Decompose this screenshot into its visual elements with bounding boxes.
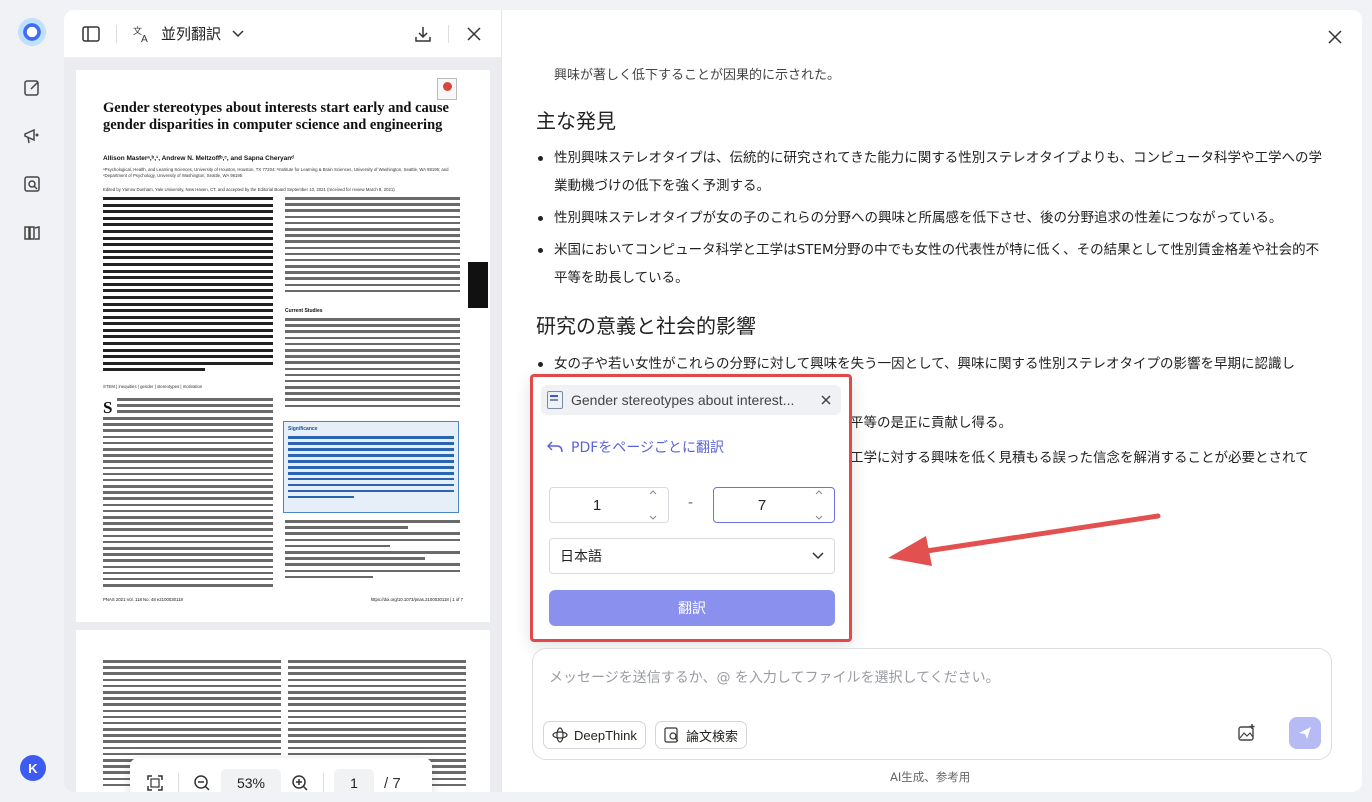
megaphone-icon[interactable]	[18, 122, 46, 150]
back-label: PDFをページごとに翻訳	[571, 440, 724, 456]
journal-side-tab	[468, 262, 488, 308]
drop-cap: S	[103, 398, 113, 417]
body-text	[117, 398, 273, 417]
paper-search-button[interactable]: 論文検索	[655, 721, 748, 749]
zoom-toolbar: 53% 1 / 7	[130, 758, 432, 792]
fit-page-icon[interactable]	[142, 770, 168, 792]
paper-affiliations: ᵃPsychological, Health, and Learning Sci…	[103, 167, 449, 178]
footer-doi: https://doi.org/10.1073/pnas.2100030118 …	[370, 597, 463, 602]
sidebar-toggle-icon[interactable]	[78, 21, 104, 47]
from-page-input[interactable]: 1	[549, 487, 669, 523]
pdf-toolbar: 文A 並列翻訳	[64, 10, 501, 58]
page-footer: PNAS 2021 Vol. 118 No. 48 e2100030118 ht…	[103, 597, 463, 602]
to-page-input[interactable]: 7	[713, 487, 835, 523]
zoom-out-icon[interactable]	[189, 770, 215, 792]
stepper-icon[interactable]	[810, 490, 828, 520]
range-dash: -	[688, 495, 694, 511]
paper-edited-by: Edited by Yarrow Dunham, Yale University…	[103, 187, 395, 192]
toolbar-divider	[323, 773, 324, 792]
library-icon[interactable]	[18, 218, 46, 246]
toolbar-divider	[178, 773, 179, 792]
column-2-text	[285, 318, 460, 411]
search-doc-icon[interactable]	[18, 170, 46, 198]
download-icon[interactable]	[410, 21, 436, 47]
chevron-down-icon	[812, 552, 824, 560]
translate-button[interactable]: 翻訳	[549, 590, 835, 626]
image-upload-icon[interactable]	[1237, 723, 1257, 747]
zoom-in-icon[interactable]	[287, 770, 313, 792]
toolbar-divider	[448, 24, 449, 43]
translate-popup: Gender stereotypes about interest... PDF…	[530, 374, 852, 642]
list-item: 米国においてコンピュータ科学と工学はSTEM分野の中でも女性の代表性が特に低く、…	[536, 236, 1326, 292]
back-arrow-icon	[547, 441, 563, 453]
message-composer: メッセージを送信するか、@ を入力してファイルを選択してください。 DeepTh…	[532, 648, 1332, 760]
user-avatar[interactable]: K	[20, 755, 46, 781]
stepper-icon[interactable]	[644, 490, 662, 520]
from-page-value: 1	[592, 496, 602, 514]
significance-box: Significance	[283, 421, 459, 513]
paper-search-label: 論文検索	[686, 728, 739, 744]
translate-icon: 文A	[129, 21, 155, 47]
findings-list: 性別興味ステレオタイプは、伝統的に研究されてきた能力に関する性別ステレオタイプよ…	[536, 144, 1326, 296]
paper-authors: Allison Masterᵃ,ᵇ,¹, Andrew N. Meltzoffᵇ…	[103, 155, 294, 162]
language-select[interactable]: 日本語	[549, 538, 835, 574]
current-studies-heading: Current Studies	[285, 308, 323, 314]
list-item: 性別興味ステレオタイプが女の子のこれらの分野への興味と所属感を低下させ、後の分野…	[536, 204, 1326, 232]
file-chip[interactable]: Gender stereotypes about interest...	[541, 385, 841, 415]
app-logo-icon[interactable]	[18, 18, 46, 46]
body-text	[103, 417, 273, 590]
answer-text: 興味が著しく低下することが因果的に示された。	[554, 68, 841, 83]
deepthink-label: DeepThink	[574, 727, 637, 743]
close-icon[interactable]	[461, 21, 487, 47]
edit-icon[interactable]	[18, 74, 46, 102]
ai-disclaimer: AI生成、参考用	[890, 770, 971, 784]
close-panel-icon[interactable]	[1322, 24, 1348, 50]
paper-title: Gender stereotypes about interests start…	[103, 100, 449, 133]
language-value: 日本語	[560, 549, 602, 565]
answer-text: 平等の是正に貢献し得る。	[850, 415, 1012, 431]
left-rail: K	[0, 0, 64, 802]
translate-by-page-link[interactable]: PDFをページごとに翻訳	[547, 437, 724, 457]
section-heading: 研究の意義と社会的影響	[536, 314, 756, 338]
pdf-panel: 文A 並列翻訳 Gender stereotypes about interes…	[64, 10, 502, 792]
send-icon	[1299, 727, 1311, 739]
pdf-page-1: Gender stereotypes about interests start…	[76, 70, 490, 622]
toolbar-divider	[116, 24, 117, 43]
search-doc-icon	[664, 727, 679, 743]
pdf-viewer[interactable]: Gender stereotypes about interests start…	[64, 58, 501, 792]
view-mode-label[interactable]: 並列翻訳	[161, 23, 221, 44]
deepthink-button[interactable]: DeepThink	[543, 721, 646, 749]
significance-heading: Significance	[288, 426, 318, 432]
svg-text:A: A	[141, 34, 148, 43]
message-input[interactable]: メッセージを送信するか、@ を入力してファイルを選択してください。	[549, 667, 1000, 687]
atom-icon	[552, 727, 568, 743]
page-total: / 7	[384, 774, 401, 792]
annotation-arrow-icon	[888, 513, 1161, 566]
section-heading: 主な発見	[536, 109, 616, 133]
send-button[interactable]	[1289, 717, 1321, 749]
keywords: STEM | inequities | gender | stereotypes…	[103, 384, 203, 389]
to-page-value: 7	[757, 496, 767, 514]
answer-text: 工学に対する興味を低く見積もる誤った信念を解消することが必要とされて	[850, 450, 1309, 466]
list-item: 性別興味ステレオタイプは、伝統的に研究されてきた能力に関する性別ステレオタイプよ…	[536, 144, 1326, 200]
close-icon[interactable]	[817, 391, 835, 409]
column-2-text	[285, 197, 460, 296]
pdf-file-icon	[547, 391, 563, 409]
file-name: Gender stereotypes about interest...	[571, 392, 795, 408]
check-updates-badge-icon[interactable]	[437, 78, 457, 100]
footnotes-text	[285, 520, 460, 582]
zoom-level[interactable]: 53%	[221, 769, 281, 792]
abstract-text	[103, 197, 273, 375]
footer-journal: PNAS 2021 Vol. 118 No. 48 e2100030118	[103, 597, 183, 602]
chevron-down-icon[interactable]	[225, 21, 251, 47]
page-number-input[interactable]: 1	[334, 769, 374, 792]
